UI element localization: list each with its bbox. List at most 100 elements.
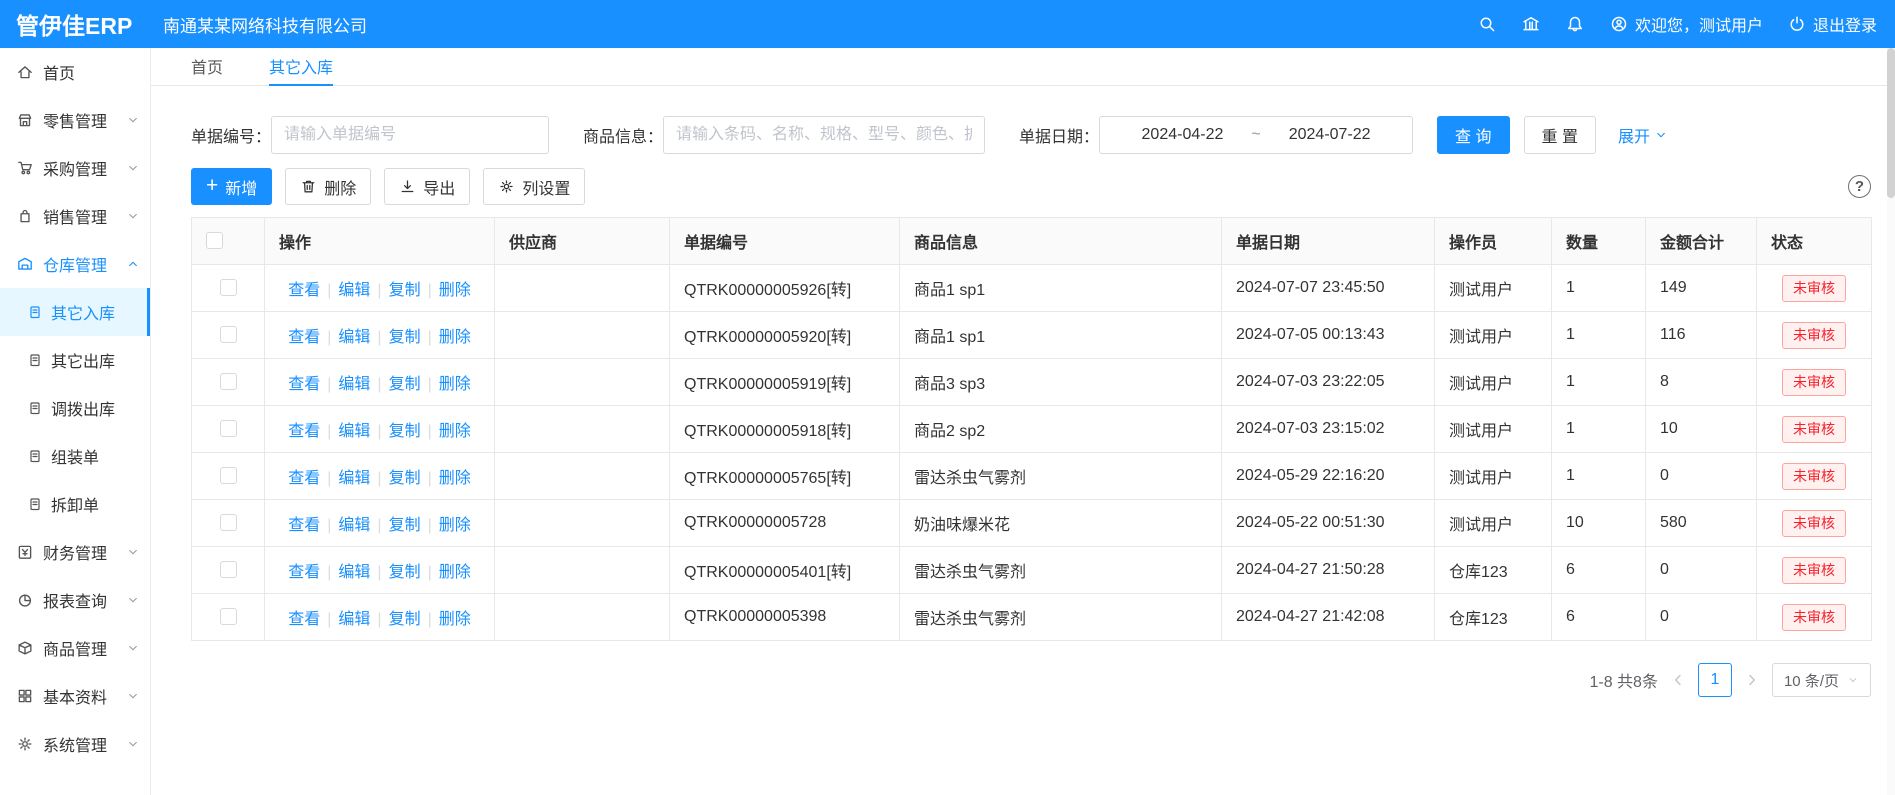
page-number-button[interactable]: 1	[1698, 663, 1732, 697]
row-action-edit[interactable]: 编辑	[338, 423, 370, 440]
row-action-delete[interactable]: 删除	[439, 282, 471, 299]
row-action-edit[interactable]: 编辑	[338, 470, 370, 487]
tab-item[interactable]: 首页	[191, 48, 223, 86]
export-button[interactable]: 导出	[384, 168, 470, 205]
sidebar-item[interactable]: 采购管理	[0, 144, 150, 192]
action-separator: |	[377, 282, 381, 299]
row-action-copy[interactable]: 复制	[389, 611, 421, 628]
row-checkbox[interactable]	[220, 514, 237, 531]
cell-actions: 查看|编辑|复制|删除	[265, 359, 495, 406]
next-page-button[interactable]	[1743, 671, 1761, 689]
date-end-value[interactable]: 2024-07-22	[1289, 126, 1371, 144]
row-action-view[interactable]: 查看	[288, 282, 320, 299]
sidebar-item[interactable]: 首页	[0, 48, 150, 96]
sidebar-item[interactable]: 仓库管理	[0, 240, 150, 288]
sidebar-subitem[interactable]: 调拨出库	[0, 384, 150, 432]
row-action-delete[interactable]: 删除	[439, 329, 471, 346]
row-action-delete[interactable]: 删除	[439, 376, 471, 393]
row-action-edit[interactable]: 编辑	[338, 611, 370, 628]
column-settings-button[interactable]: 列设置	[483, 168, 585, 205]
help-icon[interactable]: ?	[1848, 175, 1871, 198]
add-button[interactable]: + 新增	[191, 168, 272, 205]
row-action-copy[interactable]: 复制	[389, 470, 421, 487]
scrollbar-thumb[interactable]	[1887, 48, 1895, 198]
bill-no-input[interactable]	[271, 116, 549, 154]
row-checkbox[interactable]	[220, 373, 237, 390]
search-icon[interactable]	[1477, 14, 1497, 34]
date-start-value[interactable]: 2024-04-22	[1142, 126, 1224, 144]
sidebar-item[interactable]: 报表查询	[0, 576, 150, 624]
sidebar-subitem[interactable]: 其它出库	[0, 336, 150, 384]
sidebar-subitem[interactable]: 拆卸单	[0, 480, 150, 528]
sidebar-item[interactable]: 财务管理	[0, 528, 150, 576]
sidebar-item[interactable]: 销售管理	[0, 192, 150, 240]
row-action-delete[interactable]: 删除	[439, 564, 471, 581]
cell-supplier	[495, 594, 670, 641]
sidebar-subitem[interactable]: 组装单	[0, 432, 150, 480]
cell-amount: 8	[1646, 359, 1757, 406]
action-separator: |	[327, 376, 331, 393]
bell-icon[interactable]	[1565, 14, 1585, 34]
row-action-edit[interactable]: 编辑	[338, 517, 370, 534]
table-row: 查看|编辑|复制|删除QTRK00000005920[转]商品1 sp12024…	[192, 312, 1872, 359]
row-checkbox[interactable]	[220, 420, 237, 437]
welcome-user[interactable]: 欢迎您，测试用户	[1609, 12, 1763, 36]
row-action-delete[interactable]: 删除	[439, 517, 471, 534]
sidebar-item[interactable]: 零售管理	[0, 96, 150, 144]
action-separator: |	[428, 470, 432, 487]
prev-page-button[interactable]	[1669, 671, 1687, 689]
row-action-view[interactable]: 查看	[288, 376, 320, 393]
row-action-delete[interactable]: 删除	[439, 611, 471, 628]
row-action-view[interactable]: 查看	[288, 329, 320, 346]
cell-date: 2024-05-22 00:51:30	[1222, 500, 1435, 547]
sidebar-item[interactable]: 系统管理	[0, 720, 150, 768]
cell-bill-no: QTRK00000005398	[670, 594, 900, 641]
page-size-select[interactable]: 10 条/页	[1772, 663, 1871, 697]
row-action-edit[interactable]: 编辑	[338, 329, 370, 346]
row-action-copy[interactable]: 复制	[389, 564, 421, 581]
row-action-copy[interactable]: 复制	[389, 517, 421, 534]
row-action-view[interactable]: 查看	[288, 470, 320, 487]
row-action-view[interactable]: 查看	[288, 517, 320, 534]
row-checkbox[interactable]	[220, 467, 237, 484]
reset-button[interactable]: 重 置	[1524, 116, 1596, 154]
select-all-checkbox[interactable]	[206, 232, 223, 249]
tab-item[interactable]: 其它入库	[269, 48, 333, 86]
scrollbar[interactable]	[1887, 48, 1895, 795]
row-checkbox[interactable]	[220, 608, 237, 625]
table-row: 查看|编辑|复制|删除QTRK00000005401[转]雷达杀虫气雾剂2024…	[192, 547, 1872, 594]
row-action-delete[interactable]: 删除	[439, 423, 471, 440]
sidebar-item-label: 基本资料	[43, 684, 107, 708]
row-action-copy[interactable]: 复制	[389, 282, 421, 299]
row-checkbox[interactable]	[220, 279, 237, 296]
expand-link[interactable]: 展开	[1618, 123, 1668, 147]
row-action-copy[interactable]: 复制	[389, 423, 421, 440]
sidebar-item[interactable]: 基本资料	[0, 672, 150, 720]
row-checkbox[interactable]	[220, 561, 237, 578]
sidebar-subitem[interactable]: 其它入库	[0, 288, 150, 336]
row-action-view[interactable]: 查看	[288, 611, 320, 628]
date-range-picker[interactable]: 2024-04-22 ~ 2024-07-22	[1099, 116, 1413, 154]
sidebar-subitem-label: 拆卸单	[51, 492, 99, 516]
row-action-copy[interactable]: 复制	[389, 376, 421, 393]
download-icon	[399, 178, 416, 195]
row-action-edit[interactable]: 编辑	[338, 282, 370, 299]
sidebar-item[interactable]: 商品管理	[0, 624, 150, 672]
row-checkbox[interactable]	[220, 326, 237, 343]
delete-button[interactable]: 删除	[285, 168, 371, 205]
row-action-view[interactable]: 查看	[288, 423, 320, 440]
logout-button[interactable]: 退出登录	[1787, 12, 1877, 36]
toolbar: + 新增 删除 导出 列设置 ?	[191, 168, 1871, 205]
row-action-edit[interactable]: 编辑	[338, 564, 370, 581]
table-row: 查看|编辑|复制|删除QTRK00000005398雷达杀虫气雾剂2024-04…	[192, 594, 1872, 641]
cell-bill-no: QTRK00000005920[转]	[670, 312, 900, 359]
product-info-input[interactable]	[663, 116, 985, 154]
search-button[interactable]: 查 询	[1437, 116, 1509, 154]
column-header-product: 商品信息	[900, 218, 1222, 265]
bank-icon[interactable]	[1521, 14, 1541, 34]
row-action-copy[interactable]: 复制	[389, 329, 421, 346]
action-separator: |	[428, 564, 432, 581]
row-action-edit[interactable]: 编辑	[338, 376, 370, 393]
row-action-delete[interactable]: 删除	[439, 470, 471, 487]
row-action-view[interactable]: 查看	[288, 564, 320, 581]
